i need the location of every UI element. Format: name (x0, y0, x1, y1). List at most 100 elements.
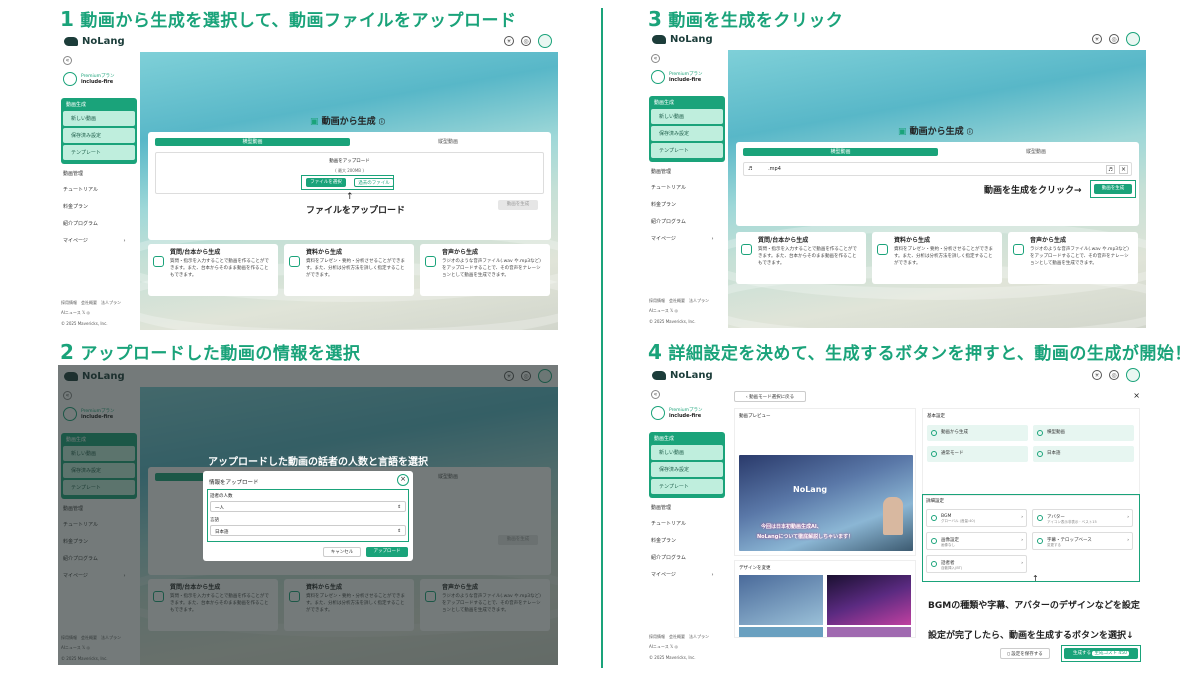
theme-icon[interactable]: ☀ (504, 36, 514, 46)
sidebar: « Premiumプランinclude-fire 動画生成 新しい動画 保存済み… (58, 52, 140, 330)
globe-icon[interactable]: ◎ (1109, 34, 1119, 44)
sidebar-item-tutorial[interactable]: チュートリアル (651, 184, 686, 191)
sidebar-item-video-management[interactable]: 動画管理 (651, 168, 671, 175)
sidebar-item-tutorial[interactable]: チュートリアル (63, 186, 98, 193)
logo[interactable]: NoLang (64, 36, 125, 47)
sidebar-item-saved-settings[interactable]: 保存済み設定 (63, 128, 135, 143)
theme-icon[interactable]: ☀ (1092, 34, 1102, 44)
generate-button[interactable]: 動画を生成 (498, 200, 538, 210)
card-document[interactable]: 資料から生成資料をプレゼン・要約・分析させることができます。また、分析は分析方法… (872, 232, 1002, 284)
card-question[interactable]: 質問/台本から生成質問・指示を入力することで動画を作ることができます。また、台本… (148, 244, 278, 296)
sidebar-item-referral[interactable]: 紹介プログラム (651, 554, 686, 561)
sidebar-item-new-video[interactable]: 新しい動画 (651, 109, 723, 124)
design-thumbnail-2[interactable] (827, 575, 911, 625)
image-setting[interactable]: 画像設定 画像なし › (926, 532, 1027, 550)
collapse-sidebar-icon[interactable]: « (63, 56, 72, 65)
back-button[interactable]: ‹ 動画モード選択に戻る (734, 391, 806, 402)
tab-portrait[interactable]: 縦型動画 (941, 148, 1131, 156)
sidebar-item-saved-settings[interactable]: 保存済み設定 (651, 126, 723, 141)
design-thumbnail-4[interactable] (827, 627, 911, 637)
tab-landscape[interactable]: 横型動画 (743, 148, 938, 156)
sidebar-item-mypage[interactable]: マイページ › (63, 237, 126, 244)
footer-links[interactable]: 採用情報 会社概要 法人プラン (649, 634, 709, 640)
language-select[interactable]: 日本語 ⇕ (210, 525, 406, 536)
footer-links[interactable]: 採用情報 会社概要 法人プラン (61, 300, 121, 306)
edit-icon[interactable]: ♬ (1106, 165, 1115, 174)
x-icon: 𝕏 (670, 644, 674, 649)
globe-icon[interactable]: ◎ (521, 36, 531, 46)
sidebar-item-templates[interactable]: テンプレート (651, 479, 723, 494)
logo[interactable]: NoLang (652, 34, 713, 45)
upload-card: 横型動画 縦型動画 ♬ .mp4 ♬ × 動画を生成をクリック→ 動画を生成 (736, 142, 1139, 226)
close-icon[interactable]: × (397, 474, 409, 486)
avatar[interactable] (1126, 32, 1140, 46)
sidebar-item-templates[interactable]: テンプレート (651, 143, 723, 158)
tab-landscape[interactable]: 横型動画 (155, 138, 350, 146)
image-icon (931, 538, 937, 544)
design-thumbnail-1[interactable] (739, 575, 823, 625)
basic-mode[interactable]: 動画から生成 (927, 425, 1028, 441)
sidebar-item-video-management[interactable]: 動画管理 (651, 504, 671, 511)
upload-button[interactable]: アップロード (366, 547, 408, 557)
logo[interactable]: NoLang (652, 370, 713, 381)
sidebar-item-tutorial[interactable]: チュートリアル (651, 520, 686, 527)
card-audio[interactable]: 音声から生成ラジオのような音声ファイル(.wav や.mp3など)をアップロード… (420, 244, 550, 296)
video-icon (931, 430, 937, 436)
voice-setting[interactable]: 話者者 自動挿入(BT) › (926, 555, 1027, 573)
sidebar-item-pricing[interactable]: 料金プラン (651, 201, 676, 208)
globe-icon[interactable]: ◎ (1109, 370, 1119, 380)
footer-social[interactable]: AIニュース 𝕏 ◎ (61, 310, 90, 316)
footer-links[interactable]: 採用情報 会社概要 法人プラン (649, 298, 709, 304)
collapse-sidebar-icon[interactable]: « (651, 54, 660, 63)
sidebar-item-pricing[interactable]: 料金プラン (651, 537, 676, 544)
tab-portrait[interactable]: 縦型動画 (353, 138, 543, 146)
bgm-setting[interactable]: BGM グローバル (音量:40) › (926, 509, 1027, 527)
theme-icon[interactable]: ☀ (1092, 370, 1102, 380)
avatar[interactable] (1126, 368, 1140, 382)
cancel-button[interactable]: キャンセル (323, 547, 361, 557)
plan-info: Premiumプランinclude-fire (63, 72, 115, 86)
annotation-click-generate: 動画を生成をクリック→ (984, 186, 1082, 196)
card-audio[interactable]: 音声から生成ラジオのような音声ファイル(.wav や.mp3など)をアップロード… (1008, 232, 1138, 284)
sidebar-item-video-management[interactable]: 動画管理 (63, 170, 83, 177)
audio-file-icon (1013, 244, 1024, 255)
speakers-select[interactable]: 一人 ⇕ (210, 501, 406, 512)
caption-setting[interactable]: 字幕・テロップベース 変更する › (1032, 532, 1133, 550)
sidebar-item-saved-settings[interactable]: 保存済み設定 (651, 462, 723, 477)
collapse-sidebar-icon[interactable]: « (651, 390, 660, 399)
basic-quality[interactable]: 通常モード (927, 446, 1028, 462)
sidebar-item-mypage[interactable]: マイページ › (651, 571, 714, 578)
close-icon[interactable]: × (1133, 391, 1140, 400)
avatar[interactable] (538, 34, 552, 48)
annotation-speaker-language: アップロードした動画の話者の人数と言語を選択 (208, 457, 428, 468)
sidebar-item-pricing[interactable]: 料金プラン (63, 203, 88, 210)
preview-video[interactable]: NoLang 今回は日本初動画生成AI、 NoLangについて徹底解説しちゃいま… (739, 455, 913, 551)
upload-card: 横型動画 縦型動画 動画をアップロード ( 最大 200MB ) ファイルを選択… (148, 132, 551, 240)
card-question[interactable]: 質問/台本から生成質問・指示を入力することで動画を作ることができます。また、台本… (736, 232, 866, 284)
user-avatar[interactable] (63, 72, 77, 86)
remove-file-icon[interactable]: × (1119, 165, 1128, 174)
instagram-icon: ◎ (86, 310, 91, 315)
save-settings-button[interactable]: ▯ 設定を保存する (1000, 648, 1050, 659)
sidebar-item-templates[interactable]: テンプレート (63, 145, 135, 160)
avatar-setting[interactable]: アバター アイコン表示非表示 · ベスト15 › (1032, 509, 1133, 527)
sidebar-item-referral[interactable]: 紹介プログラム (651, 218, 686, 225)
copyright: © 2025 Mavericks, Inc. (649, 319, 696, 324)
sidebar-item-referral[interactable]: 紹介プログラム (63, 220, 98, 227)
sidebar: « Premiumプランinclude-fire 動画生成 新しい動画 保存済み… (646, 386, 728, 664)
footer-social[interactable]: AIニュース 𝕏 ◎ (649, 308, 678, 314)
user-avatar[interactable] (651, 406, 665, 420)
sidebar-item-mypage[interactable]: マイページ › (651, 235, 714, 242)
design-thumbnail-3[interactable] (739, 627, 823, 637)
sidebar-item-new-video[interactable]: 新しい動画 (651, 445, 723, 460)
sidebar-item-new-video[interactable]: 新しい動画 (63, 111, 135, 126)
basic-language[interactable]: 日本語 (1033, 446, 1134, 462)
generate-highlight (1061, 645, 1141, 662)
document-icon (289, 256, 300, 267)
footer-social[interactable]: AIニュース 𝕏 ◎ (649, 644, 678, 650)
annotation-upload: ファイルをアップロード (306, 206, 406, 216)
x-icon: 𝕏 (670, 308, 674, 313)
basic-orientation[interactable]: 横型動画 (1033, 425, 1134, 441)
user-avatar[interactable] (651, 70, 665, 84)
card-document[interactable]: 資料から生成資料をプレゼン・要約・分析させることができます。また、分析は分析方法… (284, 244, 414, 296)
